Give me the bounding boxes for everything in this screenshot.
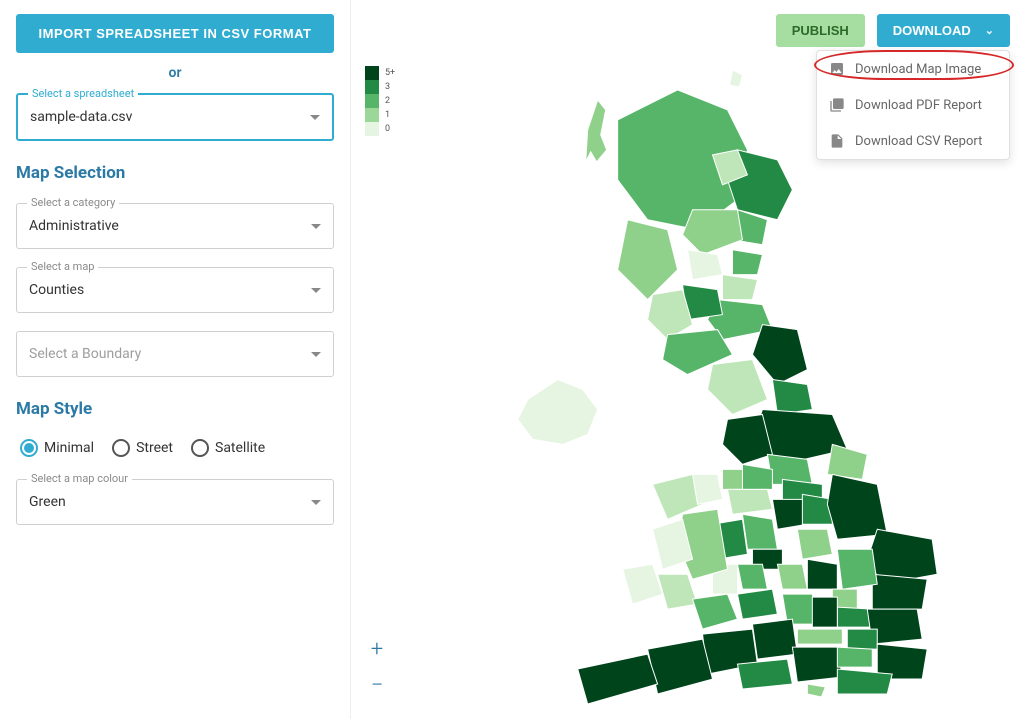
region-leicestershire[interactable] [797, 529, 832, 559]
region-conwy[interactable] [693, 474, 723, 504]
radio-satellite-label: Satellite [215, 440, 265, 456]
region-perth[interactable] [683, 210, 743, 255]
image-icon [829, 61, 845, 77]
colour-select[interactable]: Select a map colour Green [16, 479, 334, 525]
region-stirling[interactable] [688, 250, 723, 280]
legend-value: 3 [385, 80, 395, 94]
download-button[interactable]: DOWNLOAD ⌄ [877, 14, 1010, 47]
download-map-image-label: Download Map Image [855, 62, 981, 77]
region-warwickshire[interactable] [777, 564, 807, 589]
pdf-icon [829, 97, 845, 113]
region-surrey[interactable] [837, 647, 872, 667]
legend-swatch [365, 80, 379, 94]
legend-value: 1 [385, 108, 395, 122]
chevron-down-icon [311, 288, 321, 293]
chevron-down-icon [311, 500, 321, 505]
region-gloucestershire[interactable] [737, 589, 777, 619]
download-csv-item[interactable]: Download CSV Report [817, 123, 1009, 159]
chevron-down-icon [310, 115, 320, 120]
legend-value: 0 [385, 122, 395, 136]
radio-street-label: Street [136, 440, 173, 456]
download-pdf-item[interactable]: Download PDF Report [817, 87, 1009, 123]
spreadsheet-select[interactable]: Select a spreadsheet sample-data.csv [16, 93, 334, 141]
region-orkney[interactable] [729, 70, 742, 87]
legend-value: 2 [385, 94, 395, 108]
zoom-out-button[interactable]: − [365, 673, 389, 697]
category-select-value: Administrative [29, 218, 119, 234]
legend-swatch [365, 122, 379, 136]
region-durham[interactable] [772, 380, 812, 415]
chevron-down-icon: ⌄ [985, 24, 994, 37]
download-csv-label: Download CSV Report [855, 134, 982, 149]
region-devon[interactable] [648, 639, 713, 694]
boundary-select-placeholder: Select a Boundary [29, 346, 141, 362]
category-select-label: Select a category [27, 196, 119, 209]
spreadsheet-select-value: sample-data.csv [30, 109, 132, 125]
radio-satellite[interactable]: Satellite [191, 439, 265, 457]
region-worcestershire[interactable] [737, 564, 767, 589]
colour-select-value: Green [29, 494, 66, 510]
or-label: or [16, 65, 334, 81]
download-button-label: DOWNLOAD [893, 23, 971, 38]
region-wiltshire[interactable] [752, 619, 797, 659]
map-legend: 5+ 3 2 1 0 [365, 66, 395, 136]
map-style-radio-group: Minimal Street Satellite [16, 431, 334, 461]
region-northumberland[interactable] [752, 325, 807, 385]
spreadsheet-select-label: Select a spreadsheet [28, 87, 138, 100]
region-greater-london[interactable] [847, 629, 877, 649]
map-selection-title: Map Selection [16, 163, 334, 183]
region-staffordshire[interactable] [742, 514, 777, 549]
zoom-in-button[interactable]: + [365, 637, 389, 661]
publish-button[interactable]: PUBLISH [776, 14, 865, 47]
region-northern-ireland[interactable] [518, 380, 598, 445]
map-panel: PUBLISH DOWNLOAD ⌄ Download Map Image Do… [350, 0, 1024, 719]
boundary-select[interactable]: Select a Boundary [16, 331, 334, 377]
legend-value: 5+ [385, 66, 395, 80]
region-fife[interactable] [732, 250, 762, 275]
region-lothian[interactable] [722, 275, 757, 300]
radio-minimal-label: Minimal [44, 440, 94, 456]
download-pdf-label: Download PDF Report [855, 98, 982, 113]
region-buckinghamshire[interactable] [812, 597, 837, 627]
region-isle-of-wight[interactable] [807, 684, 825, 697]
region-glamorgan[interactable] [693, 594, 738, 629]
radio-minimal[interactable]: Minimal [20, 439, 94, 457]
region-cheshire[interactable] [727, 489, 772, 514]
region-greater-manchester[interactable] [742, 464, 772, 489]
region-argyll[interactable] [618, 220, 678, 300]
region-northamptonshire[interactable] [807, 559, 837, 589]
region-dorset[interactable] [737, 659, 792, 689]
legend-swatch [365, 66, 379, 80]
region-hampshire[interactable] [792, 647, 842, 682]
region-suffolk[interactable] [872, 574, 927, 609]
chevron-down-icon [311, 352, 321, 357]
region-carmarthenshire[interactable] [658, 574, 698, 609]
region-pembrokeshire[interactable] [623, 564, 663, 604]
download-menu: Download Map Image Download PDF Report D… [816, 50, 1010, 160]
sidebar: IMPORT SPREADSHEET IN CSV FORMAT or Sele… [0, 0, 350, 719]
legend-swatch [365, 94, 379, 108]
map-select-value: Counties [29, 282, 84, 298]
category-select[interactable]: Select a category Administrative [16, 203, 334, 249]
legend-swatch [365, 108, 379, 122]
region-sussex[interactable] [837, 669, 892, 694]
region-cumbria[interactable] [708, 360, 768, 415]
region-berkshire[interactable] [797, 629, 842, 644]
colour-select-label: Select a map colour [27, 472, 132, 485]
radio-street[interactable]: Street [112, 439, 173, 457]
file-icon [829, 133, 845, 149]
import-csv-button[interactable]: IMPORT SPREADSHEET IN CSV FORMAT [16, 14, 334, 53]
region-outer-hebrides[interactable] [586, 100, 607, 162]
region-cornwall[interactable] [578, 654, 658, 704]
map-style-title: Map Style [16, 399, 334, 419]
region-merseyside[interactable] [722, 469, 742, 489]
download-map-image-item[interactable]: Download Map Image [817, 51, 1009, 87]
map-select-label: Select a map [27, 260, 98, 273]
map-select[interactable]: Select a map Counties [16, 267, 334, 313]
chevron-down-icon [311, 224, 321, 229]
region-cambridgeshire[interactable] [837, 549, 877, 589]
